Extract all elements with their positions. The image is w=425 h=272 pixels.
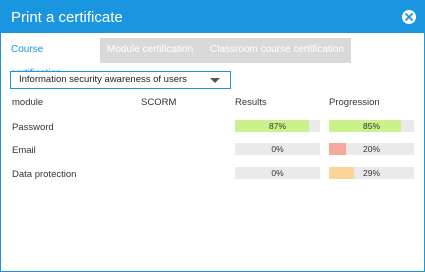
progression-progress-bar: 85%: [329, 120, 414, 132]
certification-tabs: Course certification Module certificatio…: [4, 38, 351, 79]
dialog-title: Print a certificate: [11, 8, 123, 26]
results-progress-bar: 87%: [235, 120, 320, 132]
dialog-titlebar: Print a certificate: [1, 1, 424, 33]
progression-progress-label: 85%: [362, 121, 380, 131]
print-certificate-dialog: Print a certificate Course certification…: [0, 0, 425, 272]
table-row-module: Data protection: [12, 169, 77, 180]
column-header-scorm: SCORM: [141, 97, 177, 108]
column-header-module: module: [12, 97, 44, 108]
course-select-value: Information security awareness of users: [19, 74, 187, 85]
column-header-results: Results: [235, 97, 267, 108]
tab-module-certification[interactable]: Module certification: [100, 38, 203, 63]
progression-progress-label: 29%: [362, 168, 380, 178]
progression-progress-bar: 20%: [329, 143, 414, 155]
results-progress-bar: 0%: [235, 143, 320, 155]
tab-classroom-course-certification[interactable]: Classroom course certification: [203, 38, 351, 63]
progression-progress-bar: 29%: [329, 167, 414, 179]
close-icon[interactable]: [402, 10, 416, 24]
table-row-module: Email: [12, 145, 36, 156]
tab-course-certification[interactable]: Course certification: [4, 38, 100, 79]
course-select[interactable]: Information security awareness of users: [10, 71, 231, 89]
results-progress-bar: 0%: [235, 167, 320, 179]
progression-progress-label: 20%: [362, 144, 380, 154]
chevron-down-icon: [210, 78, 220, 83]
results-progress-label: 0%: [271, 168, 284, 178]
results-progress-label: 87%: [268, 121, 286, 131]
column-header-progression: Progression: [329, 97, 380, 108]
table-row-module: Password: [12, 122, 54, 133]
results-progress-label: 0%: [271, 144, 284, 154]
